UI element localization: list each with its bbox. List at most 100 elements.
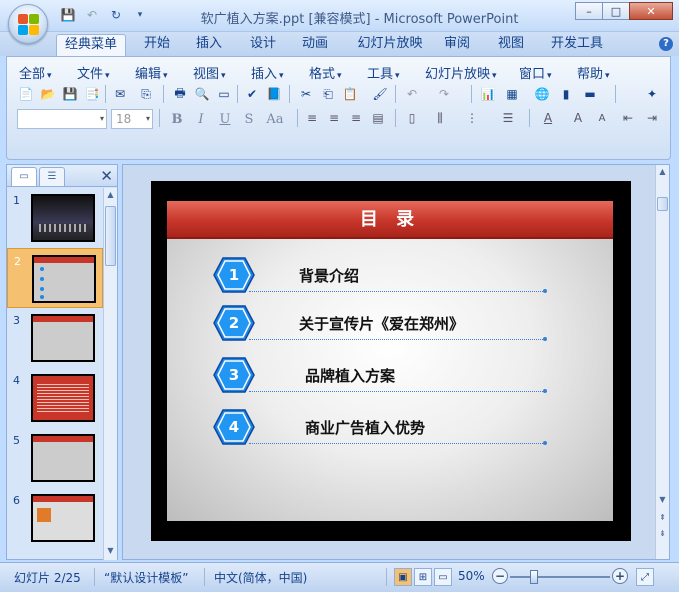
menu-tools[interactable]: 工具 ▾: [367, 63, 400, 82]
minimize-button[interactable]: –: [575, 2, 603, 20]
undo-toolbar-icon[interactable]: ↶: [403, 85, 421, 103]
text-box-icon[interactable]: ▯: [403, 109, 421, 127]
font-color-icon[interactable]: A: [539, 109, 557, 127]
slide-thumbnail-row-4[interactable]: 4: [7, 368, 103, 428]
new-icon[interactable]: 📄: [17, 85, 35, 103]
change-case-button[interactable]: Aa: [263, 109, 287, 129]
menu-all[interactable]: 全部 ▾: [19, 63, 52, 82]
align-left-icon[interactable]: ≡: [303, 109, 321, 127]
close-button[interactable]: ✕: [629, 2, 673, 20]
next-slide-icon[interactable]: ⇟: [656, 527, 669, 541]
slides-tab[interactable]: ▭: [11, 167, 37, 186]
editor-scrollbar[interactable]: ▲ ▼ ⇞ ⇟: [655, 165, 669, 559]
slide-thumbnail-row-6[interactable]: 6: [7, 488, 103, 548]
menu-edit[interactable]: 编辑 ▾: [135, 63, 168, 82]
permission-icon[interactable]: 📑: [83, 85, 101, 103]
new-slide-icon[interactable]: ✦: [643, 85, 661, 103]
format-painter-icon[interactable]: 🖌: [371, 85, 389, 103]
tab-review[interactable]: 审阅: [436, 34, 478, 56]
email-icon[interactable]: ✉: [111, 85, 129, 103]
paste-icon[interactable]: 📋: [341, 85, 359, 103]
tab-insert[interactable]: 插入: [188, 34, 230, 56]
slides-pane-scrollbar[interactable]: ▲ ▼: [103, 188, 117, 560]
toc-item-3[interactable]: 3 品牌植入方案: [213, 357, 553, 397]
slide-thumbnail-row-2[interactable]: 2: [7, 248, 103, 308]
zoom-out-button[interactable]: −: [492, 568, 508, 584]
grow-font-icon[interactable]: A: [569, 109, 587, 127]
slide-title[interactable]: 目 录: [167, 201, 613, 239]
menu-window[interactable]: 窗口 ▾: [519, 63, 552, 82]
menu-slideshow[interactable]: 幻灯片放映 ▾: [425, 63, 497, 82]
slide-thumbnail[interactable]: [31, 374, 95, 422]
slide-thumbnail-row-1[interactable]: 1: [7, 188, 103, 248]
print-icon[interactable]: 🖶: [171, 85, 189, 103]
zoom-slider-knob[interactable]: [530, 570, 538, 584]
italic-button[interactable]: I: [191, 109, 211, 129]
show-formatting-icon[interactable]: ▬: [581, 85, 599, 103]
current-slide[interactable]: 目 录 1 背景介绍 2 关于宣传片《爱在郑州》 3 品牌植入方案 4 商业广告…: [151, 181, 631, 541]
redo-toolbar-icon[interactable]: ↷: [435, 85, 453, 103]
slide-thumbnail[interactable]: [31, 194, 95, 242]
zoom-in-button[interactable]: +: [612, 568, 628, 584]
open-icon[interactable]: 📂: [39, 85, 57, 103]
tab-view[interactable]: 视图: [490, 34, 532, 56]
publish-icon[interactable]: ⎘: [137, 85, 155, 103]
columns-icon[interactable]: ⫼: [431, 109, 449, 127]
close-pane-icon[interactable]: ✕: [100, 167, 113, 185]
slide-thumbnail[interactable]: [31, 494, 95, 542]
decrease-indent-icon[interactable]: ⇤: [619, 109, 637, 127]
language-indicator[interactable]: 中文(简体，中国): [214, 569, 307, 586]
scroll-thumb[interactable]: [105, 206, 116, 266]
shadow-button[interactable]: S: [239, 109, 259, 129]
scroll-up-icon[interactable]: ▲: [656, 165, 669, 179]
scroll-thumb[interactable]: [657, 197, 668, 211]
font-size-combo[interactable]: 18 ▾: [111, 109, 153, 129]
color-grayscale-icon[interactable]: ▮: [557, 85, 575, 103]
slide-thumbnail-row-3[interactable]: 3: [7, 308, 103, 368]
thesaurus-icon[interactable]: 📘: [265, 85, 283, 103]
menu-view[interactable]: 视图 ▾: [193, 63, 226, 82]
table-icon[interactable]: ▦: [503, 85, 521, 103]
tab-developer[interactable]: 开发工具: [544, 34, 610, 56]
toc-item-2[interactable]: 2 关于宣传片《爱在郑州》: [213, 305, 553, 345]
menu-format[interactable]: 格式 ▾: [309, 63, 342, 82]
slide-thumbnail-row-5[interactable]: 5: [7, 428, 103, 488]
tab-home[interactable]: 开始: [136, 34, 178, 56]
zoom-slider-track[interactable]: [510, 576, 610, 578]
slideshow-view-button[interactable]: ▭: [434, 568, 452, 586]
font-name-combo[interactable]: ▾: [17, 109, 107, 129]
cut-icon[interactable]: ✂: [297, 85, 315, 103]
zoom-level[interactable]: 50%: [458, 569, 485, 583]
slide-thumbnail[interactable]: [32, 255, 96, 303]
menu-file[interactable]: 文件 ▾: [77, 63, 110, 82]
fit-to-window-button[interactable]: ⤢: [636, 568, 654, 586]
bullets-icon[interactable]: ☰: [499, 109, 517, 127]
maximize-button[interactable]: □: [602, 2, 630, 20]
research-icon[interactable]: ▭: [215, 85, 233, 103]
copy-icon[interactable]: ⎗: [319, 85, 337, 103]
toc-item-4[interactable]: 4 商业广告植入优势: [213, 409, 553, 449]
menu-help[interactable]: 帮助 ▾: [577, 63, 610, 82]
outline-tab[interactable]: ☰: [39, 167, 65, 186]
shrink-font-icon[interactable]: A: [593, 109, 611, 127]
slide-thumbnail[interactable]: [31, 314, 95, 362]
tab-classic-menu[interactable]: 经典菜单: [56, 34, 126, 56]
toc-item-1[interactable]: 1 背景介绍: [213, 257, 553, 297]
tab-slideshow[interactable]: 幻灯片放映: [350, 34, 430, 56]
print-preview-icon[interactable]: 🔍: [193, 85, 211, 103]
align-right-icon[interactable]: ≡: [347, 109, 365, 127]
spelling-icon[interactable]: ✔: [243, 85, 261, 103]
scroll-down-icon[interactable]: ▼: [104, 544, 117, 558]
menu-insert[interactable]: 插入 ▾: [251, 63, 284, 82]
tab-animation[interactable]: 动画: [294, 34, 336, 56]
justify-icon[interactable]: ▤: [369, 109, 387, 127]
help-icon[interactable]: ?: [659, 37, 673, 51]
chart-icon[interactable]: 📊: [479, 85, 497, 103]
slide-thumbnail[interactable]: [31, 434, 95, 482]
bold-button[interactable]: B: [167, 109, 187, 129]
scroll-up-icon[interactable]: ▲: [104, 188, 117, 202]
align-center-icon[interactable]: ≡: [325, 109, 343, 127]
scroll-down-icon[interactable]: ▼: [656, 493, 669, 507]
numbering-icon[interactable]: ⋮: [463, 109, 481, 127]
hyperlink-icon[interactable]: 🌐: [533, 85, 551, 103]
